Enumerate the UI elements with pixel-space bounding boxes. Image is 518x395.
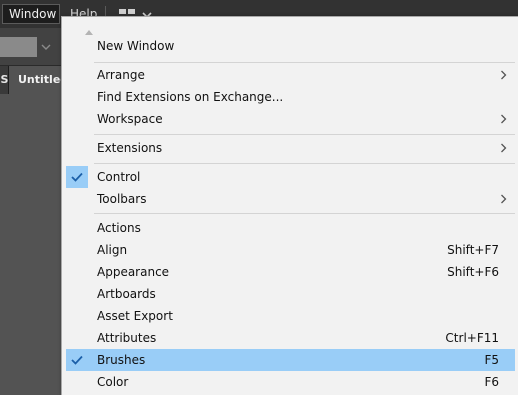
menu-separator: [94, 134, 515, 135]
illustrator-window: Window Help S Untitled- New Window Arran…: [0, 0, 518, 395]
menu-item-new-window[interactable]: New Window: [66, 35, 515, 57]
menu-item-shortcut: F5: [484, 353, 499, 367]
menu-separator: [94, 62, 515, 63]
menu-item-shortcut: Ctrl+F11: [445, 331, 499, 345]
menu-item-brushes[interactable]: Brushes F5: [66, 349, 515, 371]
chevron-right-icon: [501, 70, 507, 80]
menu-item-arrange[interactable]: Arrange: [66, 64, 515, 86]
checkmark-icon: [71, 355, 83, 365]
check-indicator: [66, 349, 88, 371]
menu-item-artboards[interactable]: Artboards: [66, 283, 515, 305]
document-tab-previous[interactable]: S: [0, 66, 9, 94]
check-indicator: [66, 166, 88, 188]
menu-item-label: Artboards: [97, 287, 156, 301]
menu-item-label: Control: [97, 170, 141, 184]
menu-item-shortcut: Shift+F6: [447, 265, 499, 279]
style-swatch[interactable]: [0, 37, 37, 57]
menu-item-extensions[interactable]: Extensions: [66, 137, 515, 159]
menu-item-label: Appearance: [97, 265, 170, 279]
menu-item-label: Extensions: [97, 141, 163, 155]
menu-item-label: Brushes: [97, 353, 146, 367]
style-dropdown-button[interactable]: [37, 37, 55, 57]
menu-item-color[interactable]: Color F6: [66, 371, 515, 393]
menu-item-label: Align: [97, 243, 128, 257]
menu-item-workspace[interactable]: Workspace: [66, 108, 515, 130]
chevron-right-icon: [501, 143, 507, 153]
checkmark-icon: [71, 172, 83, 182]
window-menu: New Window Arrange Find Extensions on Ex…: [61, 16, 518, 395]
menu-item-shortcut: Shift+F7: [447, 243, 499, 257]
chevron-down-icon: [41, 44, 51, 50]
menu-item-toolbars[interactable]: Toolbars: [66, 188, 515, 210]
chevron-right-icon: [501, 194, 507, 204]
menu-item-shortcut: F6: [484, 375, 499, 389]
menu-item-align[interactable]: Align Shift+F7: [66, 239, 515, 261]
menu-item-appearance[interactable]: Appearance Shift+F6: [66, 261, 515, 283]
menubar-window[interactable]: Window: [2, 4, 60, 24]
menu-item-label: New Window: [97, 39, 175, 53]
menu-item-label: Toolbars: [97, 192, 147, 206]
menu-separator: [94, 213, 515, 214]
menu-item-label: Find Extensions on Exchange...: [97, 90, 284, 104]
document-tab-previous-label: S: [0, 73, 9, 86]
menu-scroll-up-button[interactable]: [82, 21, 96, 35]
menu-item-label: Actions: [97, 221, 141, 235]
chevron-right-icon: [501, 114, 507, 124]
menu-item-find-extensions[interactable]: Find Extensions on Exchange...: [66, 86, 515, 108]
menu-item-label: Workspace: [97, 112, 163, 126]
menu-item-control[interactable]: Control: [66, 166, 515, 188]
menu-item-label: Asset Export: [97, 309, 173, 323]
menu-separator: [94, 163, 515, 164]
menu-item-label: Attributes: [97, 331, 157, 345]
document-tab-active[interactable]: Untitled-: [9, 66, 69, 94]
menu-item-asset-export[interactable]: Asset Export: [66, 305, 515, 327]
menu-item-label: Color: [97, 375, 129, 389]
menu-item-label: Arrange: [97, 68, 145, 82]
menu-item-actions[interactable]: Actions: [66, 217, 515, 239]
menu-item-attributes[interactable]: Attributes Ctrl+F11: [66, 327, 515, 349]
